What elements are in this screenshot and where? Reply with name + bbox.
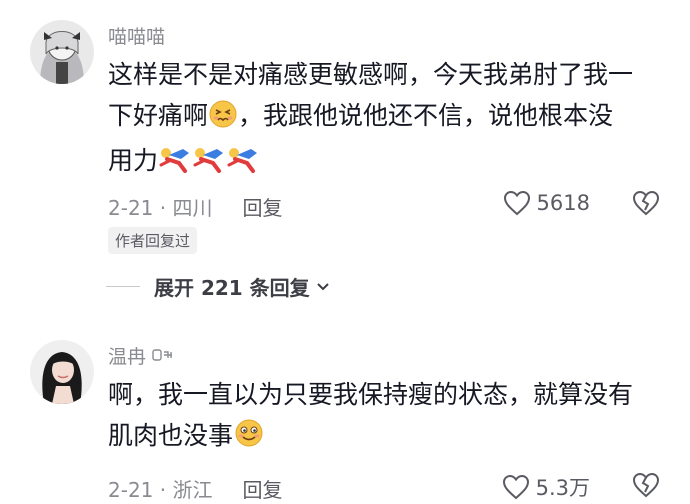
comment-line-text: 用力 — [108, 146, 159, 175]
divider-line — [106, 286, 140, 287]
comment-item: 喵喵喵 这样是不是对痛感更敏感啊，今天我弟肘了我一 下好痛啊 ，我跟他说他还不信，… — [0, 0, 690, 320]
dislike-button[interactable] — [632, 472, 660, 502]
date-location: 2-21 · 浙江 — [108, 478, 213, 502]
username[interactable]: 喵喵喵 — [108, 22, 165, 49]
username[interactable]: 温冉 — [108, 342, 174, 369]
comment-line-text: 肌肉也没事 — [108, 421, 234, 450]
reply-button[interactable]: 回复 — [242, 196, 282, 220]
like-button[interactable]: 5618 — [503, 190, 590, 216]
comment-line: 这样是不是对痛感更敏感啊，今天我弟肘了我一 — [108, 60, 634, 89]
comment-item: 温冉 啊，我一直以为只要我保持瘦的状态，就算没有 肌肉也没事 2-21 · 浙江… — [0, 320, 690, 504]
heart-icon — [502, 474, 529, 500]
author-replied-badge: 作者回复过 — [108, 227, 198, 254]
avatar[interactable] — [30, 340, 94, 404]
comment-line: 用力 — [108, 140, 656, 185]
comment-line: 啊，我一直以为只要我保持瘦的状态，就算没有 — [108, 380, 634, 409]
persevering-face-emoji — [209, 99, 237, 140]
comment-meta: 2-21 · 四川 回复 — [108, 192, 282, 221]
chevron-down-icon — [316, 282, 329, 290]
comment-text: 啊，我一直以为只要我保持瘦的状态，就算没有 肌肉也没事 — [108, 374, 656, 460]
avatar[interactable] — [30, 20, 94, 84]
comment-text: 这样是不是对痛感更敏感啊，今天我弟肘了我一 下好痛啊 ，我跟他说他还不信，说他根本… — [108, 54, 656, 185]
reply-button[interactable]: 回复 — [242, 478, 282, 502]
comment-meta: 2-21 · 浙江 回复 — [108, 474, 282, 503]
comment-line-text: ，我跟他说他还不信，说他根本没 — [238, 101, 614, 130]
comment-line: 下好痛啊 ，我跟他说他还不信，说他根本没 — [108, 95, 656, 140]
dislike-button[interactable] — [632, 190, 660, 220]
date-location: 2-21 · 四川 — [108, 196, 213, 220]
expand-replies-label: 展开 221 条回复 — [154, 276, 310, 300]
comment-line-text: 下好痛啊 — [108, 101, 209, 130]
username-text: 温冉 — [108, 346, 147, 368]
broken-heart-icon — [632, 472, 660, 498]
badge-icon — [152, 345, 174, 367]
like-button[interactable]: 5.3万 — [502, 472, 590, 502]
heart-icon — [503, 190, 530, 216]
kick-sticker-emoji — [193, 144, 225, 185]
like-count: 5618 — [536, 191, 590, 215]
broken-heart-icon — [632, 190, 660, 216]
slightly-smiling-face-emoji — [234, 418, 264, 460]
kick-sticker-emoji — [227, 144, 259, 185]
expand-replies-button[interactable]: 展开 221 条回复 — [106, 272, 330, 301]
kick-sticker-emoji — [159, 144, 191, 185]
comment-line: 肌肉也没事 — [108, 415, 656, 460]
like-count: 5.3万 — [535, 476, 590, 500]
